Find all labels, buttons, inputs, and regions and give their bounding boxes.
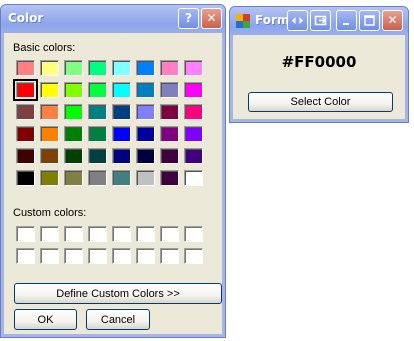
basic-color-swatch[interactable] bbox=[160, 170, 179, 186]
basic-color-swatch[interactable] bbox=[184, 148, 203, 164]
resize-horizontal-button[interactable] bbox=[287, 10, 308, 31]
basic-color-swatch[interactable] bbox=[88, 170, 107, 186]
form1-window: Form1 ✕ #FF0000 Select Color bbox=[229, 6, 409, 123]
basic-color-swatch[interactable] bbox=[112, 170, 131, 186]
basic-color-swatch[interactable] bbox=[88, 82, 107, 98]
basic-color-swatch[interactable] bbox=[40, 104, 59, 120]
dock-button[interactable] bbox=[310, 10, 331, 31]
form1-titlebar[interactable]: Form1 ✕ bbox=[230, 7, 408, 35]
basic-colors-label: Basic colors: bbox=[13, 42, 76, 54]
custom-color-swatch[interactable] bbox=[112, 226, 131, 242]
cancel-button[interactable]: Cancel bbox=[86, 309, 150, 330]
custom-color-swatch[interactable] bbox=[184, 248, 203, 264]
basic-color-swatch[interactable] bbox=[16, 148, 35, 164]
basic-color-swatch[interactable] bbox=[184, 170, 203, 186]
custom-color-swatch[interactable] bbox=[136, 248, 155, 264]
basic-color-swatch[interactable] bbox=[88, 148, 107, 164]
custom-color-swatch[interactable] bbox=[112, 248, 131, 264]
custom-color-swatch[interactable] bbox=[64, 248, 83, 264]
form1-close-button[interactable]: ✕ bbox=[382, 10, 403, 31]
basic-colors-grid bbox=[13, 60, 203, 186]
custom-colors-grid bbox=[16, 226, 203, 264]
basic-color-swatch[interactable] bbox=[88, 126, 107, 142]
custom-color-swatch[interactable] bbox=[64, 226, 83, 242]
custom-color-swatch[interactable] bbox=[160, 226, 179, 242]
basic-color-swatch[interactable] bbox=[112, 104, 131, 120]
color-dialog-window: Color ? ✕ Basic colors: Custom colors: D… bbox=[0, 4, 226, 338]
basic-color-swatch[interactable] bbox=[64, 104, 83, 120]
basic-color-swatch[interactable] bbox=[88, 60, 107, 76]
color-dialog-body: Basic colors: Custom colors: Define Cust… bbox=[5, 33, 222, 333]
minimize-icon bbox=[337, 14, 356, 27]
basic-color-swatch[interactable] bbox=[40, 82, 59, 98]
basic-color-swatch[interactable] bbox=[184, 82, 203, 98]
custom-color-swatch[interactable] bbox=[88, 248, 107, 264]
app-icon bbox=[236, 14, 250, 28]
basic-color-swatch[interactable] bbox=[64, 148, 83, 164]
basic-color-swatch[interactable] bbox=[160, 148, 179, 164]
basic-color-swatch[interactable] bbox=[160, 104, 179, 120]
basic-color-swatch[interactable] bbox=[160, 60, 179, 76]
basic-color-swatch[interactable] bbox=[64, 82, 83, 98]
ok-button[interactable]: OK bbox=[14, 309, 77, 330]
basic-color-swatch[interactable] bbox=[13, 79, 38, 101]
basic-color-swatch[interactable] bbox=[136, 82, 155, 98]
basic-color-swatch[interactable] bbox=[136, 148, 155, 164]
custom-color-swatch[interactable] bbox=[16, 248, 35, 264]
close-button[interactable]: ✕ bbox=[201, 8, 222, 29]
custom-color-swatch[interactable] bbox=[184, 226, 203, 242]
basic-color-swatch[interactable] bbox=[64, 60, 83, 76]
color-dialog-title: Color bbox=[8, 11, 44, 25]
basic-color-swatch[interactable] bbox=[184, 126, 203, 142]
basic-color-swatch[interactable] bbox=[16, 60, 35, 76]
custom-color-swatch[interactable] bbox=[16, 226, 35, 242]
define-custom-colors-button[interactable]: Define Custom Colors >> bbox=[14, 283, 222, 304]
color-dialog-titlebar[interactable]: Color ? ✕ bbox=[1, 5, 225, 33]
basic-color-swatch[interactable] bbox=[40, 170, 59, 186]
basic-color-swatch[interactable] bbox=[64, 126, 83, 142]
arrows-horizontal-icon bbox=[288, 14, 307, 27]
select-color-button[interactable]: Select Color bbox=[248, 92, 393, 112]
maximize-button[interactable] bbox=[359, 10, 380, 31]
custom-color-swatch[interactable] bbox=[40, 248, 59, 264]
basic-color-swatch[interactable] bbox=[16, 126, 35, 142]
form1-body: #FF0000 Select Color bbox=[234, 35, 404, 118]
basic-color-swatch[interactable] bbox=[184, 104, 203, 120]
basic-color-swatch[interactable] bbox=[136, 60, 155, 76]
basic-color-swatch[interactable] bbox=[136, 170, 155, 186]
maximize-icon bbox=[360, 14, 379, 27]
basic-color-swatch[interactable] bbox=[184, 60, 203, 76]
selected-color-hex: #FF0000 bbox=[281, 53, 357, 71]
help-button[interactable]: ? bbox=[178, 8, 199, 29]
basic-color-swatch[interactable] bbox=[88, 104, 107, 120]
basic-color-swatch[interactable] bbox=[16, 104, 35, 120]
basic-color-swatch[interactable] bbox=[160, 126, 179, 142]
custom-color-swatch[interactable] bbox=[136, 226, 155, 242]
custom-color-swatch[interactable] bbox=[160, 248, 179, 264]
close-icon: ✕ bbox=[387, 13, 398, 27]
basic-color-swatch[interactable] bbox=[112, 126, 131, 142]
basic-color-swatch[interactable] bbox=[64, 170, 83, 186]
custom-color-swatch[interactable] bbox=[40, 226, 59, 242]
basic-color-swatch[interactable] bbox=[40, 60, 59, 76]
custom-color-swatch[interactable] bbox=[88, 226, 107, 242]
basic-color-swatch[interactable] bbox=[112, 60, 131, 76]
custom-colors-label: Custom colors: bbox=[13, 207, 87, 219]
dock-window-icon bbox=[311, 14, 330, 27]
basic-color-swatch[interactable] bbox=[136, 104, 155, 120]
minimize-button[interactable] bbox=[336, 10, 357, 31]
close-icon: ✕ bbox=[206, 11, 217, 25]
basic-color-swatch[interactable] bbox=[160, 82, 179, 98]
basic-color-swatch[interactable] bbox=[112, 148, 131, 164]
help-icon: ? bbox=[185, 11, 192, 25]
basic-color-swatch[interactable] bbox=[40, 126, 59, 142]
basic-color-swatch[interactable] bbox=[16, 170, 35, 186]
basic-color-swatch[interactable] bbox=[40, 148, 59, 164]
basic-color-swatch[interactable] bbox=[112, 82, 131, 98]
basic-color-swatch[interactable] bbox=[136, 126, 155, 142]
